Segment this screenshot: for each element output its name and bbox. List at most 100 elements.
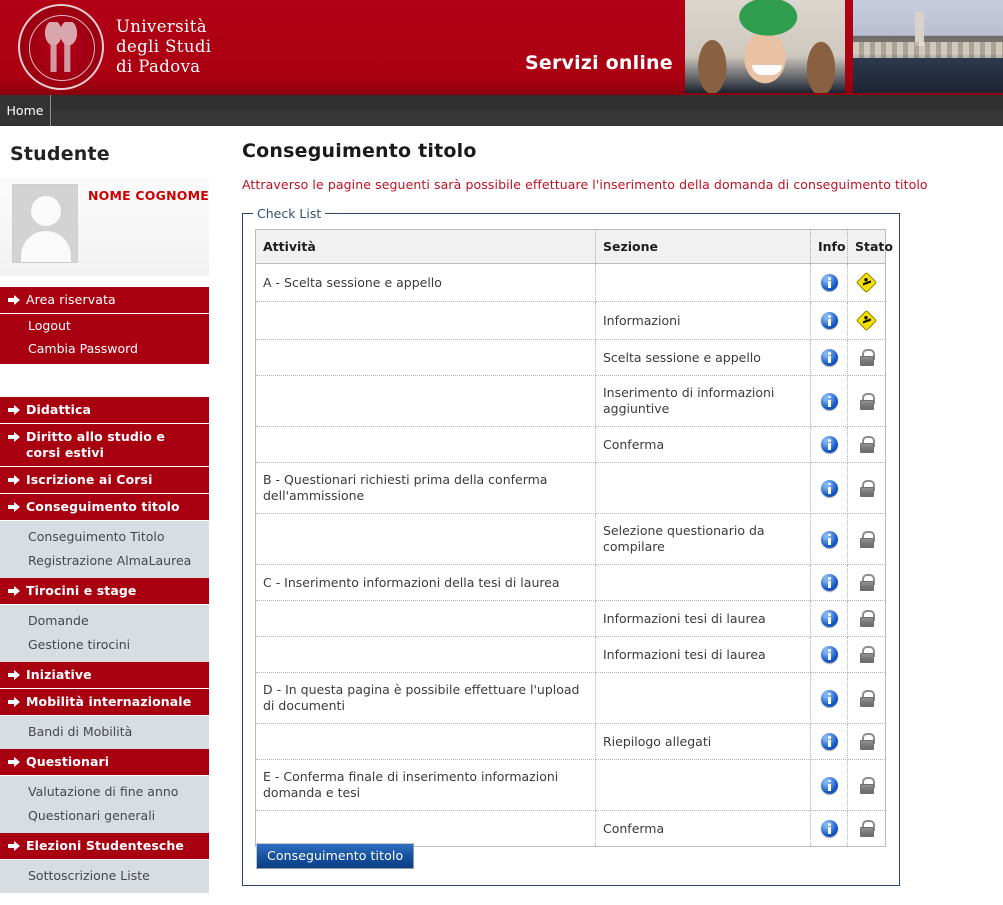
cell-sezione: Scelta sessione e appello (595, 339, 811, 376)
info-icon[interactable] (820, 733, 838, 750)
nav-item-home[interactable]: Home (0, 95, 51, 126)
cell-info (810, 301, 848, 340)
cell-attivita (255, 600, 596, 637)
sidebar-item-sottoscrizione-liste[interactable]: Sottoscrizione Liste (0, 864, 209, 888)
info-icon[interactable] (820, 610, 838, 627)
info-icon[interactable] (820, 574, 838, 591)
user-name: NOME COGNOME (88, 188, 209, 203)
lock-icon (859, 530, 875, 548)
cell-sezione (595, 263, 811, 302)
sidebar-submenu-elezioni: Sottoscrizione Liste (0, 860, 209, 893)
submit-button-wrap: Conseguimento titolo (256, 843, 415, 869)
sidebar-item-label: Iniziative (26, 667, 92, 682)
info-icon[interactable] (820, 646, 838, 663)
table-row: E - Conferma finale di inserimento infor… (255, 759, 886, 811)
cell-sezione: Conferma (595, 810, 811, 847)
lock-icon (859, 733, 875, 750)
info-icon[interactable] (820, 479, 838, 497)
sidebar-item-logout[interactable]: Logout (0, 314, 209, 337)
checklist-table: Attività Sezione Info Stato A - Scelta s… (255, 229, 893, 847)
sidebar-item-label: Conseguimento titolo (26, 499, 180, 514)
arrow-right-icon (8, 502, 20, 512)
sidebar-submenu-tirocini: Domande Gestione tirocini (0, 605, 209, 662)
info-icon[interactable] (820, 349, 838, 366)
cell-sezione (595, 564, 811, 601)
sidebar-item-didattica[interactable]: Didattica (0, 397, 209, 424)
checklist-legend: Check List (257, 206, 322, 221)
cell-sezione: Informazioni (595, 301, 811, 340)
sidebar-item-label: Iscrizione ai Corsi (26, 472, 153, 487)
arrow-right-icon (8, 432, 20, 442)
table-row: Selezione questionario da compilare (255, 513, 886, 565)
cell-attivita (255, 339, 596, 376)
arrow-right-icon (8, 697, 20, 707)
cell-info (810, 513, 848, 565)
lock-icon (859, 479, 875, 497)
cell-stato (848, 811, 886, 847)
checklist-inner: Attività Sezione Info Stato A - Scelta s… (243, 221, 899, 869)
cell-sezione: Riepilogo allegati (595, 723, 811, 760)
cell-sezione (595, 672, 811, 724)
sidebar-item-cambia-password[interactable]: Cambia Password (0, 337, 209, 364)
cell-sezione (595, 462, 811, 514)
sidebar-title: Studente (10, 143, 110, 165)
cell-stato (847, 513, 886, 565)
sidebar-submenu-mobilita: Bandi di Mobilità (0, 716, 209, 749)
sidebar-item-mobilita-internazionale[interactable]: Mobilità internazionale (0, 689, 209, 716)
info-icon[interactable] (820, 312, 838, 329)
sidebar-group-didattica: Didattica Diritto allo studio e corsi es… (0, 397, 209, 893)
sidebar-item-label: Mobilità internazionale (26, 694, 192, 709)
work-in-progress-icon (855, 309, 878, 332)
sidebar-item-label: Diritto allo studio e corsi estivi (26, 429, 166, 460)
sidebar-item-valutazione-fine-anno[interactable]: Valutazione di fine anno (0, 780, 209, 804)
cell-info (810, 759, 848, 811)
sidebar-item-bandi-di-mobilita[interactable]: Bandi di Mobilità (0, 720, 209, 744)
sidebar-item-diritto-allo-studio[interactable]: Diritto allo studio e corsi estivi (0, 424, 209, 467)
sidebar-item-label: Elezioni Studentesche (26, 838, 184, 853)
conseguimento-titolo-button[interactable]: Conseguimento titolo (256, 843, 415, 869)
cell-info (810, 636, 848, 673)
info-icon[interactable] (820, 820, 838, 837)
cell-attivita (255, 636, 596, 673)
cell-stato (847, 375, 886, 427)
site-header: Università degli Studi di Padova Servizi… (0, 0, 1003, 93)
lock-icon (859, 610, 875, 627)
cell-sezione: Informazioni tesi di laurea (595, 636, 811, 673)
lock-icon (859, 689, 875, 707)
sidebar-item-label: Didattica (26, 402, 92, 417)
info-icon[interactable] (820, 436, 838, 453)
info-icon[interactable] (820, 530, 838, 548)
cell-stato (847, 759, 886, 811)
sidebar-item-label: Area riservata (26, 292, 116, 307)
sidebar-item-questionari[interactable]: Questionari (0, 749, 209, 776)
cell-stato (847, 636, 886, 673)
sidebar-item-iscrizione-ai-corsi[interactable]: Iscrizione ai Corsi (0, 467, 209, 494)
cell-attivita (255, 513, 596, 565)
table-row: B - Questionari richiesti prima della co… (255, 462, 886, 514)
column-header-attivita: Attività (255, 229, 596, 264)
page-body: Studente NOME COGNOME Area riservata Log… (0, 126, 1003, 905)
table-row: Inserimento di informazioni aggiuntive (255, 375, 886, 427)
info-icon[interactable] (820, 274, 838, 291)
cell-stato (847, 600, 886, 637)
cell-attivita: D - In questa pagina è possibile effettu… (255, 672, 596, 724)
sidebar-item-area-riservata[interactable]: Area riservata (0, 287, 209, 314)
sidebar-item-questionari-generali[interactable]: Questionari generali (0, 804, 209, 828)
sidebar-item-tirocini-e-stage[interactable]: Tirocini e stage (0, 578, 209, 605)
sidebar-item-domande[interactable]: Domande (0, 609, 209, 633)
arrow-right-icon (8, 841, 20, 851)
cell-attivita (255, 375, 596, 427)
info-icon[interactable] (820, 689, 838, 707)
cell-sezione: Informazioni tesi di laurea (595, 600, 811, 637)
sidebar-item-elezioni-studentesche[interactable]: Elezioni Studentesche (0, 833, 209, 860)
sidebar-item-iniziative[interactable]: Iniziative (0, 662, 209, 689)
arrow-right-icon (8, 475, 20, 485)
info-icon[interactable] (820, 776, 838, 794)
sidebar-item-conseguimento-titolo[interactable]: Conseguimento titolo (0, 494, 209, 521)
sidebar-item-gestione-tirocini[interactable]: Gestione tirocini (0, 633, 209, 657)
nav-empty-area (52, 95, 1003, 126)
sidebar-item-registrazione-almalaurea[interactable]: Registrazione AlmaLaurea (0, 549, 209, 573)
cell-attivita: C - Inserimento informazioni della tesi … (255, 564, 596, 601)
info-icon[interactable] (820, 392, 838, 410)
sidebar-item-conseguimento-titolo-link[interactable]: Conseguimento Titolo (0, 525, 209, 549)
